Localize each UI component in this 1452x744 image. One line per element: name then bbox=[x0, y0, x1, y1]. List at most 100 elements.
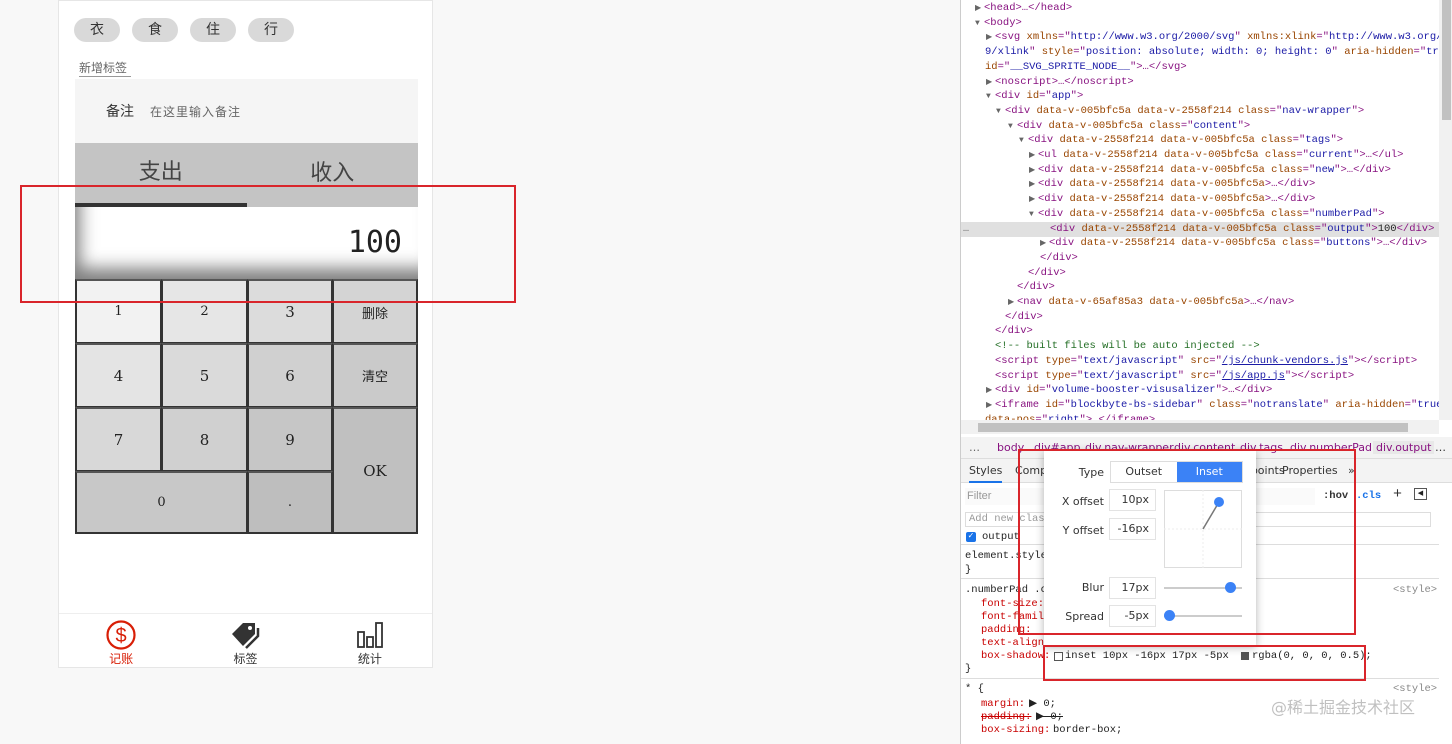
collapse-arrow-icon[interactable]: ▼ bbox=[975, 16, 980, 31]
breadcrumb-more[interactable]: … bbox=[969, 441, 980, 454]
tree-node[interactable]: ▼ <div id="app"> bbox=[961, 89, 1439, 104]
blur-input[interactable]: 17px bbox=[1109, 577, 1156, 599]
key-7[interactable]: 7 bbox=[75, 407, 162, 472]
tree-node[interactable]: </div> bbox=[961, 310, 1439, 325]
css-property-overridden[interactable]: padding: bbox=[981, 711, 1031, 724]
tree-node[interactable]: ▶ <ul data-v-2558f214 data-v-005bfc5a cla… bbox=[961, 148, 1439, 163]
tree-node[interactable]: ▶ <iframe id="blockbyte-bs-sidebar" class… bbox=[961, 398, 1439, 413]
note-input[interactable]: 在这里输入备注 bbox=[150, 103, 241, 120]
key-6[interactable]: 6 bbox=[247, 343, 333, 408]
tree-node[interactable]: ▼ <div data-v-2558f214 data-v-005bfc5a cl… bbox=[961, 133, 1439, 148]
class-checkbox[interactable]: ✓ bbox=[966, 532, 976, 542]
rule-selector[interactable]: * { bbox=[965, 683, 984, 696]
expand-arrow-icon[interactable]: ▶ bbox=[986, 383, 992, 398]
tree-node[interactable]: </div> bbox=[961, 266, 1439, 281]
rule-source[interactable]: <style> bbox=[1393, 584, 1437, 597]
tree-node[interactable]: id="__SVG_SPRITE_NODE__">…</svg> bbox=[961, 60, 1439, 75]
expand-arrow-icon[interactable]: ▶ bbox=[975, 1, 981, 16]
toggle-sidebar-icon[interactable]: ◀ bbox=[1414, 488, 1427, 500]
y-offset-input[interactable]: -16px bbox=[1109, 518, 1156, 540]
tree-node[interactable]: ▼ <div data-v-005bfc5a data-v-2558f214 cl… bbox=[961, 104, 1439, 119]
css-value[interactable]: ▶ 0; bbox=[1036, 711, 1063, 724]
tree-node[interactable]: <script type="text/javascript" src="/js/… bbox=[961, 369, 1439, 384]
key-5[interactable]: 5 bbox=[161, 343, 248, 408]
tree-node[interactable]: ▶ <svg xmlns="http://www.w3.org/2000/svg"… bbox=[961, 30, 1439, 45]
x-offset-input[interactable]: 10px bbox=[1109, 489, 1156, 511]
tree-node[interactable]: data-pos="right">…</iframe> bbox=[961, 413, 1439, 420]
tree-node[interactable]: ▶ <nav data-v-65af85a3 data-v-005bfc5a>…<… bbox=[961, 295, 1439, 310]
tree-node[interactable]: ▶ <div id="volume-booster-visusalizer">…<… bbox=[961, 383, 1439, 398]
node-menu-icon[interactable]: … bbox=[963, 222, 969, 237]
breadcrumb-more[interactable]: … bbox=[1435, 441, 1446, 454]
tree-node[interactable]: ▶ <head>…</head> bbox=[961, 1, 1439, 16]
tag-chip[interactable]: 衣 bbox=[74, 18, 120, 42]
breadcrumb-item[interactable]: body bbox=[997, 441, 1024, 454]
inset-button[interactable]: Inset bbox=[1176, 462, 1242, 482]
tree-node[interactable]: ▼ <div data-v-005bfc5a class="content"> bbox=[961, 119, 1439, 134]
key-dot[interactable]: . bbox=[247, 471, 333, 534]
key-2[interactable]: 2 bbox=[161, 279, 248, 344]
tree-node[interactable]: </div> bbox=[961, 280, 1439, 295]
key-3[interactable]: 3 bbox=[247, 279, 333, 344]
key-1[interactable]: 1 bbox=[75, 279, 162, 344]
hov-button[interactable]: :hov bbox=[1323, 490, 1348, 503]
tab-overflow[interactable]: » bbox=[1348, 464, 1355, 477]
tree-node[interactable]: ▶ <div data-v-2558f214 data-v-005bfc5a cl… bbox=[961, 163, 1439, 178]
tag-chip[interactable]: 食 bbox=[132, 18, 178, 42]
tree-node[interactable]: ▶ <div data-v-2558f214 data-v-005bfc5a>…<… bbox=[961, 177, 1439, 192]
css-property[interactable]: padding: bbox=[981, 624, 1031, 637]
key-8[interactable]: 8 bbox=[161, 407, 248, 472]
outset-button[interactable]: Outset bbox=[1111, 462, 1177, 482]
spread-slider[interactable] bbox=[1164, 615, 1242, 617]
blur-slider-handle[interactable] bbox=[1225, 582, 1237, 593]
nav-item-money[interactable]: $ 记账 bbox=[59, 614, 183, 669]
nav-item-stats[interactable]: 统计 bbox=[308, 614, 432, 669]
tree-node[interactable]: <!-- built files will be auto injected -… bbox=[961, 339, 1439, 354]
css-property[interactable]: box-shadow: bbox=[981, 650, 1050, 663]
tree-node-selected[interactable]: … <div data-v-2558f214 data-v-005bfc5a cl… bbox=[961, 221, 1439, 237]
expand-arrow-icon[interactable]: ▶ bbox=[986, 30, 992, 45]
expand-arrow-icon[interactable]: ▶ bbox=[1040, 236, 1046, 251]
tag-chip[interactable]: 行 bbox=[248, 18, 294, 42]
css-property[interactable]: font-size: bbox=[981, 598, 1044, 611]
collapse-arrow-icon[interactable]: ▼ bbox=[1008, 119, 1013, 134]
expand-arrow-icon[interactable]: ▶ bbox=[1029, 192, 1035, 207]
key-9[interactable]: 9 bbox=[247, 407, 333, 472]
nav-item-tags[interactable]: 标签 bbox=[183, 614, 307, 669]
scrollbar-thumb[interactable] bbox=[978, 423, 1408, 432]
color-swatch[interactable] bbox=[1241, 652, 1249, 660]
collapse-arrow-icon[interactable]: ▼ bbox=[996, 104, 1001, 119]
tab-income[interactable]: 收入 bbox=[247, 143, 419, 207]
spread-input[interactable]: -5px bbox=[1109, 605, 1156, 627]
css-value[interactable]: border-box; bbox=[1053, 724, 1122, 737]
key-4[interactable]: 4 bbox=[75, 343, 162, 408]
breadcrumb-item-current[interactable]: div.output bbox=[1373, 441, 1435, 454]
expand-arrow-icon[interactable]: ▶ bbox=[1008, 295, 1014, 310]
offset-graph[interactable] bbox=[1164, 490, 1242, 568]
shadow-editor-icon[interactable] bbox=[1054, 652, 1063, 661]
cls-button[interactable]: .cls bbox=[1356, 490, 1381, 503]
css-property[interactable]: margin: bbox=[981, 698, 1025, 711]
rule-source[interactable]: <style> bbox=[1393, 683, 1437, 696]
expand-arrow-icon[interactable]: ▶ bbox=[986, 75, 992, 90]
expand-arrow-icon[interactable]: ▶ bbox=[986, 398, 992, 413]
collapse-arrow-icon[interactable]: ▼ bbox=[1029, 207, 1034, 222]
tab-properties[interactable]: Properties bbox=[1282, 464, 1338, 477]
tree-node[interactable]: <script type="text/javascript" src="/js/… bbox=[961, 354, 1439, 369]
new-rule-button[interactable]: + bbox=[1393, 487, 1402, 502]
tree-node[interactable]: ▶ <div data-v-2558f214 data-v-005bfc5a>…<… bbox=[961, 192, 1439, 207]
expand-arrow-icon[interactable]: ▶ bbox=[1029, 163, 1035, 178]
tree-node[interactable]: ▶ <div data-v-2558f214 data-v-005bfc5a cl… bbox=[961, 236, 1439, 251]
css-value[interactable]: rgba(0, 0, 0, 0.5); bbox=[1252, 650, 1372, 663]
breadcrumb-item[interactable]: div.numberPad bbox=[1290, 441, 1372, 454]
css-property[interactable]: box-sizing: bbox=[981, 724, 1050, 737]
tree-node[interactable]: ▼ <body> bbox=[961, 16, 1439, 31]
tag-chip[interactable]: 住 bbox=[190, 18, 236, 42]
tree-node[interactable]: ▼ <div data-v-2558f214 data-v-005bfc5a cl… bbox=[961, 207, 1439, 222]
collapse-arrow-icon[interactable]: ▼ bbox=[1019, 133, 1024, 148]
tree-node[interactable]: ▶ <noscript>…</noscript> bbox=[961, 75, 1439, 90]
expand-arrow-icon[interactable]: ▶ bbox=[1029, 177, 1035, 192]
expand-arrow-icon[interactable]: ▶ bbox=[1029, 148, 1035, 163]
key-0[interactable]: 0 bbox=[75, 471, 248, 534]
ok-button[interactable]: OK bbox=[332, 407, 418, 534]
